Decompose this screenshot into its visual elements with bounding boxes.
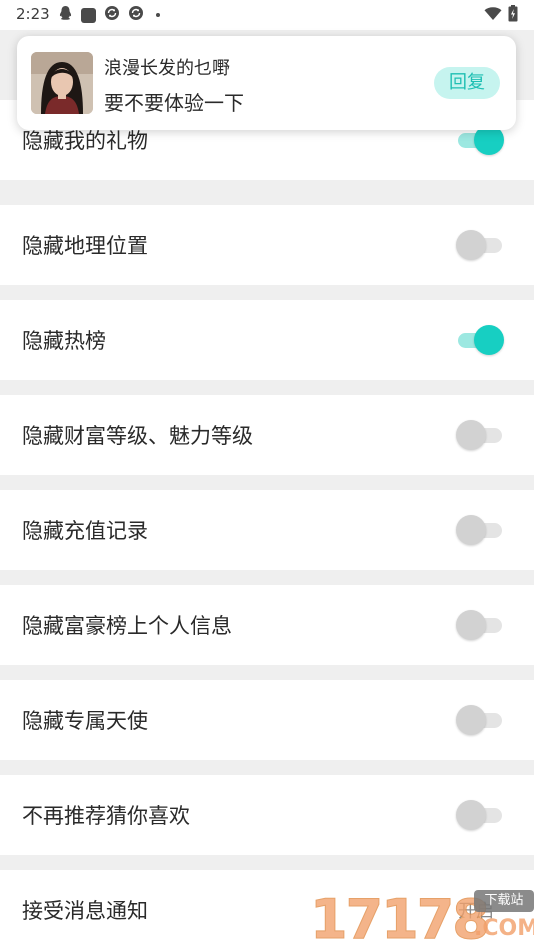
setting-label: 接受消息通知 [22, 899, 148, 923]
sync-icon [104, 5, 120, 25]
watermark-logo: 17178 下载站 .COM [310, 886, 534, 950]
status-right-icons [484, 5, 518, 26]
square-icon [81, 7, 96, 23]
setting-row-hide-rich-list-info: 隐藏富豪榜上个人信息 [0, 585, 534, 665]
setting-label: 隐藏地理位置 [22, 234, 148, 258]
toggle-hide-rich-list-info[interactable] [456, 609, 504, 641]
qq-icon [58, 5, 73, 25]
setting-row-hide-angel: 隐藏专属天使 [0, 680, 534, 760]
setting-label: 隐藏财富等级、魅力等级 [22, 424, 253, 448]
reply-button[interactable]: 回复 [434, 67, 500, 99]
setting-row-hide-recharge: 隐藏充值记录 [0, 490, 534, 570]
watermark-domain: .COM [474, 916, 534, 941]
status-bar: 2:23 [0, 0, 534, 30]
sync-icon [128, 5, 144, 25]
setting-row-no-recommend: 不再推荐猜你喜欢 [0, 775, 534, 855]
status-time: 2:23 [16, 5, 50, 23]
battery-icon [508, 5, 518, 26]
setting-row-hide-location: 隐藏地理位置 [0, 205, 534, 285]
toggle-no-recommend[interactable] [456, 799, 504, 831]
toggle-hide-location[interactable] [456, 229, 504, 261]
avatar [31, 52, 93, 114]
watermark-badge: 下载站 [474, 890, 534, 912]
setting-label: 隐藏热榜 [22, 329, 106, 353]
setting-label: 不再推荐猜你喜欢 [22, 804, 190, 828]
watermark-digits: 17178 [310, 888, 491, 950]
toggle-hide-recharge[interactable] [456, 514, 504, 546]
setting-row-hide-hot-list: 隐藏热榜 [0, 300, 534, 380]
setting-row-hide-levels: 隐藏财富等级、魅力等级 [0, 395, 534, 475]
toggle-hide-angel[interactable] [456, 704, 504, 736]
notification-message: 要不要体验一下 [104, 91, 244, 115]
toggle-hide-hot-list[interactable] [456, 324, 504, 356]
setting-label: 隐藏专属天使 [22, 709, 148, 733]
setting-label: 隐藏充值记录 [22, 519, 148, 543]
heads-up-notification[interactable]: 浪漫长发的乜嘢 要不要体验一下 回复 [17, 36, 516, 130]
toggle-hide-levels[interactable] [456, 419, 504, 451]
status-left-icons [58, 5, 160, 25]
notification-sender: 浪漫长发的乜嘢 [104, 58, 230, 79]
setting-label: 隐藏富豪榜上个人信息 [22, 614, 232, 638]
more-notifications-dot-icon [156, 13, 160, 17]
screen: 2:23 隐藏我的礼物 隐藏地理位置 隐藏热榜 隐藏财富等级、魅力等级 隐藏充值… [0, 0, 534, 950]
wifi-icon [484, 6, 502, 25]
